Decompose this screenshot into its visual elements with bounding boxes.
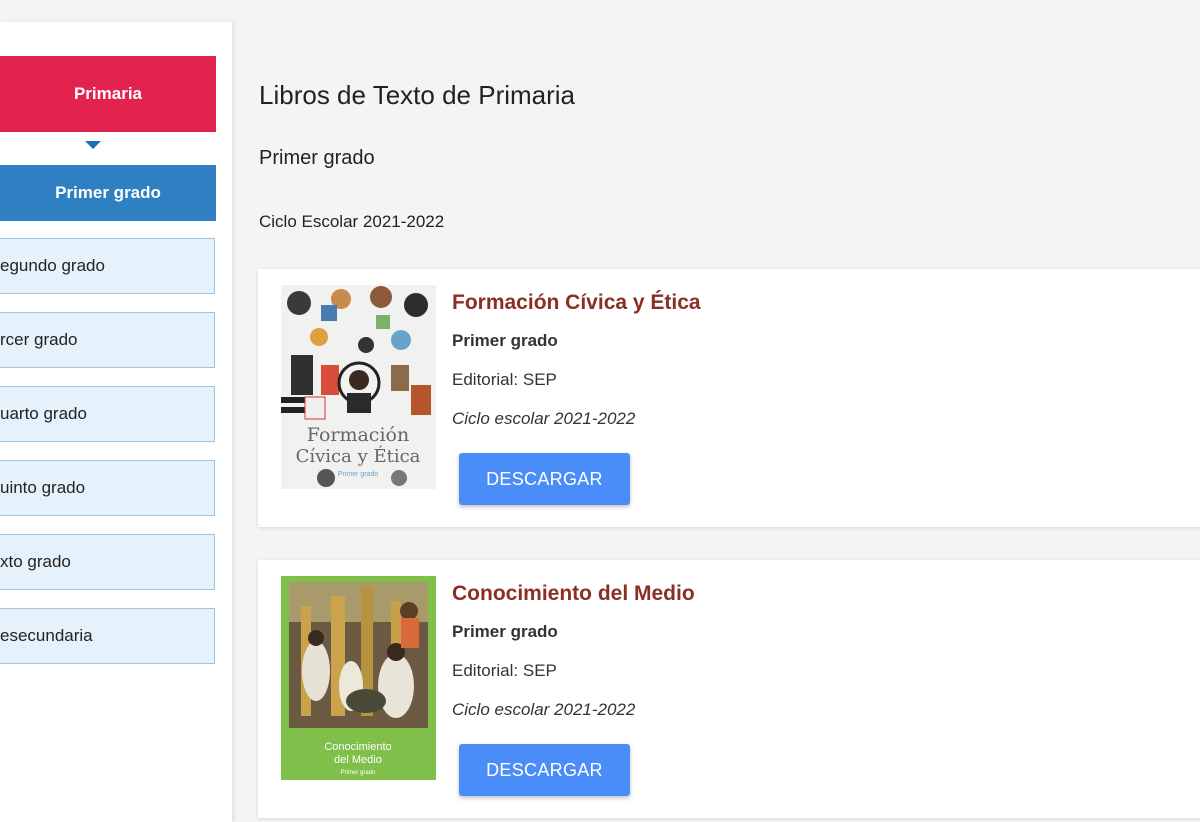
download-button[interactable]: DESCARGAR [459,453,630,505]
book-title[interactable]: Formación Cívica y Ética [452,291,701,315]
page-title: Libros de Texto de Primaria [259,80,576,110]
cover-illustration: Formación Cívica y Ética Primer grado [281,285,436,489]
sidebar-item-segundo-grado[interactable]: egundo grado [0,238,215,294]
sidebar-item-label: rcer grado [0,330,78,349]
cycle-title: Ciclo Escolar 2021-2022 [259,212,445,231]
book-grade: Primer grado [452,331,558,350]
sidebar-item-label: uarto grado [0,404,87,423]
cover-title-line-2: Cívica y Ética [296,444,421,467]
caret-down-icon [85,141,101,149]
sidebar-item-label: uinto grado [0,478,86,497]
book-card: Formación Cívica y Ética Primer grado Fo… [258,269,1200,527]
cover-title-line-1: Conocimiento [324,741,391,753]
sidebar-item-quinto-grado[interactable]: uinto grado [0,460,215,516]
sidebar-item-label: esecundaria [0,626,93,645]
sidebar-item-tercer-grado[interactable]: rcer grado [0,312,215,368]
sidebar-item-sexto-grado[interactable]: xto grado [0,534,215,590]
level-label: Primaria [73,84,143,103]
book-cycle: Ciclo escolar 2021-2022 [452,700,636,719]
book-cover-image[interactable]: Formación Cívica y Ética Primer grado [281,285,436,489]
sidebar-item-telesecundaria[interactable]: esecundaria [0,608,215,664]
sidebar-item-label: egundo grado [0,256,105,275]
cover-title-line-2: del Medio [334,754,382,766]
book-title[interactable]: Conocimiento del Medio [452,582,695,606]
book-cycle: Ciclo escolar 2021-2022 [452,409,636,428]
sidebar-item-label: Primer grado [55,183,161,202]
sidebar-item-primer-grado[interactable]: Primer grado [0,165,216,221]
cover-illustration: Conocimiento del Medio Primer grado [281,576,436,780]
book-info: Conocimiento del Medio Primer grado Edit… [452,582,695,730]
book-card: Conocimiento del Medio Primer grado Cono… [258,560,1200,818]
level-primaria-button[interactable]: Primaria [0,56,216,132]
sidebar-item-label: xto grado [0,552,71,571]
book-info: Formación Cívica y Ética Primer grado Ed… [452,291,701,439]
sidebar-item-cuarto-grado[interactable]: uarto grado [0,386,215,442]
cover-subtitle: Primer grado [341,770,376,776]
book-grade: Primer grado [452,622,558,641]
book-editorial: Editorial: SEP [452,661,557,680]
grade-title: Primer grado [259,147,375,169]
cover-subtitle: Primer grado [338,471,379,478]
download-button[interactable]: DESCARGAR [459,744,630,796]
book-editorial: Editorial: SEP [452,370,557,389]
sidebar: Primaria Primer grado egundo grado rcer … [0,22,232,822]
cover-title-line-1: Formación [307,424,409,446]
book-cover-image[interactable]: Conocimiento del Medio Primer grado [281,576,436,780]
